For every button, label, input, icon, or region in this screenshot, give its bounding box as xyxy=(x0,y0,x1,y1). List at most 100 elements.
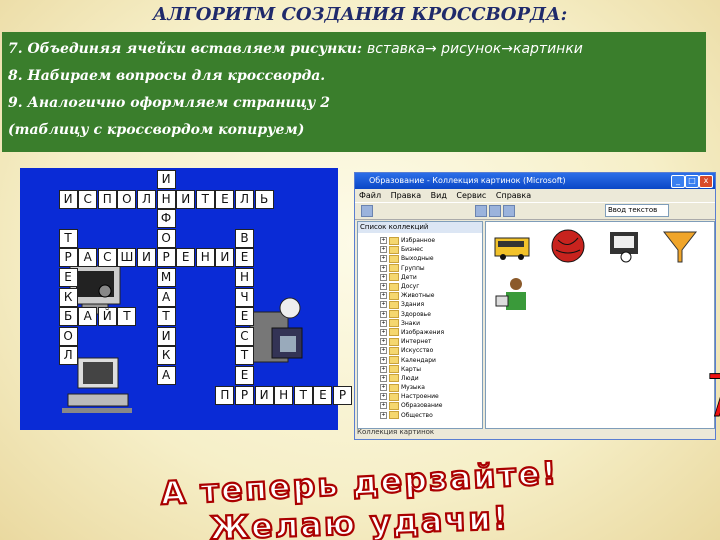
crossword-cell: Н xyxy=(156,189,176,209)
tree-item[interactable]: + Группы xyxy=(380,264,478,273)
collections-button[interactable] xyxy=(361,205,373,217)
crossword-cell: Н xyxy=(235,268,254,287)
expand-icon[interactable]: + xyxy=(380,384,387,392)
crossword-cell: А xyxy=(156,366,176,385)
tree-item[interactable]: + Животные xyxy=(380,291,478,300)
folder-icon xyxy=(389,300,399,309)
tree-item[interactable]: + Календари xyxy=(380,355,478,365)
expand-icon[interactable]: + xyxy=(380,319,387,327)
tree-item[interactable]: + Избранное xyxy=(380,236,478,245)
crossword-cell: Л xyxy=(58,346,78,366)
expand-icon[interactable]: + xyxy=(380,292,387,300)
crossword: ИНФОРМАТИКАИСПОЛИТЕЛЬТРЕКБОЛАСШИЕНИЕАЙТВ… xyxy=(20,168,352,430)
tree-item-label: Общество xyxy=(401,411,433,419)
expand-icon[interactable]: + xyxy=(380,338,387,346)
tree-item[interactable]: + Люди xyxy=(380,374,478,383)
tree-item[interactable]: + Общество xyxy=(380,411,478,420)
expand-icon[interactable]: + xyxy=(380,255,387,263)
tree-item-label: Изображения xyxy=(401,328,445,336)
expand-icon[interactable]: + xyxy=(380,273,387,281)
book-clipart[interactable] xyxy=(604,226,644,266)
expand-icon[interactable]: + xyxy=(380,356,387,364)
expand-icon[interactable]: + xyxy=(380,411,387,419)
folder-icon xyxy=(389,401,399,410)
menu-item[interactable]: Вид xyxy=(431,191,447,200)
menu-item[interactable]: Файл xyxy=(359,191,381,200)
crossword-cell: И xyxy=(137,248,156,268)
step-9-note: (таблицу с кроссвордом копируем) xyxy=(8,122,305,138)
tree-item[interactable]: + Знаки xyxy=(380,319,478,328)
crossword-cell: К xyxy=(156,346,176,366)
step-9: 9. Аналогично оформляем страницу 2 xyxy=(8,95,330,111)
crossword-cell: Е xyxy=(313,385,333,405)
tree-item[interactable]: + Дети xyxy=(380,273,478,282)
expand-icon[interactable]: + xyxy=(380,374,387,382)
menu-item[interactable]: Сервис xyxy=(456,191,486,200)
tree-item[interactable]: + Карты xyxy=(380,365,478,374)
tree-item-label: Календари xyxy=(401,356,436,364)
delete-button[interactable] xyxy=(503,205,515,217)
folder-icon xyxy=(389,411,399,420)
tree-item[interactable]: + Здоровье xyxy=(380,310,478,319)
bus-clipart[interactable] xyxy=(492,226,532,266)
tree-item[interactable]: + Выходные xyxy=(380,254,478,263)
expand-icon[interactable]: + xyxy=(380,310,387,318)
crossword-cell: П xyxy=(97,189,117,209)
folder-icon xyxy=(389,245,399,254)
copy-button[interactable] xyxy=(475,205,487,217)
menu-item[interactable]: Справка xyxy=(496,191,531,200)
globe-clipart[interactable] xyxy=(548,226,588,266)
maximize-button[interactable]: □ xyxy=(685,175,699,188)
menu-item[interactable]: Правка xyxy=(391,191,421,200)
tree-item[interactable]: + Настроение xyxy=(380,392,478,401)
crossword-cell: О xyxy=(58,326,78,346)
crossword-cell: С xyxy=(78,189,98,209)
crossword-cell: В xyxy=(235,228,254,248)
status-bar: Коллекция картинок xyxy=(357,428,435,436)
expand-icon[interactable]: + xyxy=(380,264,387,272)
paste-button[interactable] xyxy=(489,205,501,217)
tree-item-label: Здания xyxy=(401,301,425,309)
expand-icon[interactable]: + xyxy=(380,393,387,401)
folder-icon xyxy=(389,319,399,328)
expand-icon[interactable]: + xyxy=(380,301,387,309)
tree-item-label: Музыка xyxy=(401,384,425,392)
tree-item[interactable]: + Здания xyxy=(380,300,478,309)
collection-list-pane: Список коллекций + Избранное + Бизнес + Выход… xyxy=(357,221,483,429)
tree-item[interactable]: + Музыка xyxy=(380,383,478,392)
expand-icon[interactable]: + xyxy=(380,237,387,245)
funnel-clipart[interactable] xyxy=(660,226,700,266)
folder-icon xyxy=(389,264,399,273)
expand-icon[interactable]: + xyxy=(380,328,387,336)
tree-item[interactable]: + Искусство xyxy=(380,346,478,355)
crossword-cell: К xyxy=(58,287,78,307)
tree-item-label: Досуг xyxy=(401,283,420,291)
tree-item-label: Избранное xyxy=(401,237,436,245)
tree-item[interactable]: + Интернет xyxy=(380,337,478,346)
tree-item[interactable]: + Образование xyxy=(380,401,478,410)
crossword-cell: Е xyxy=(215,189,235,209)
folder-icon xyxy=(389,291,399,300)
crossword-cell: Р xyxy=(58,248,78,268)
crossword-cell: Т xyxy=(293,385,313,405)
crossword-cell: Т xyxy=(58,228,78,248)
crossword-cell: И xyxy=(156,326,176,346)
expand-icon[interactable]: + xyxy=(380,402,387,410)
teacher-clipart[interactable] xyxy=(492,274,532,314)
tree-item[interactable]: + Досуг xyxy=(380,282,478,291)
search-input[interactable]: Ввод текстов xyxy=(605,204,669,217)
expand-icon[interactable]: + xyxy=(380,365,387,373)
expand-icon[interactable]: + xyxy=(380,283,387,291)
step-number: 7 xyxy=(706,362,720,431)
crossword-cell: А xyxy=(78,307,98,327)
step-8: 8. Набираем вопросы для кроссворда. xyxy=(8,68,326,84)
tree-item[interactable]: + Изображения xyxy=(380,328,478,337)
close-button[interactable]: x xyxy=(699,175,713,188)
crossword-cell: Т xyxy=(156,307,176,327)
expand-icon[interactable]: + xyxy=(380,347,387,355)
minimize-button[interactable]: _ xyxy=(671,175,685,188)
collection-tree: + Избранное + Бизнес + Выходные + Группы + Дети + Д… xyxy=(380,236,478,420)
expand-icon[interactable]: + xyxy=(380,246,387,254)
tree-item[interactable]: + Бизнес xyxy=(380,245,478,254)
crossword-cell: Ш xyxy=(117,248,137,268)
